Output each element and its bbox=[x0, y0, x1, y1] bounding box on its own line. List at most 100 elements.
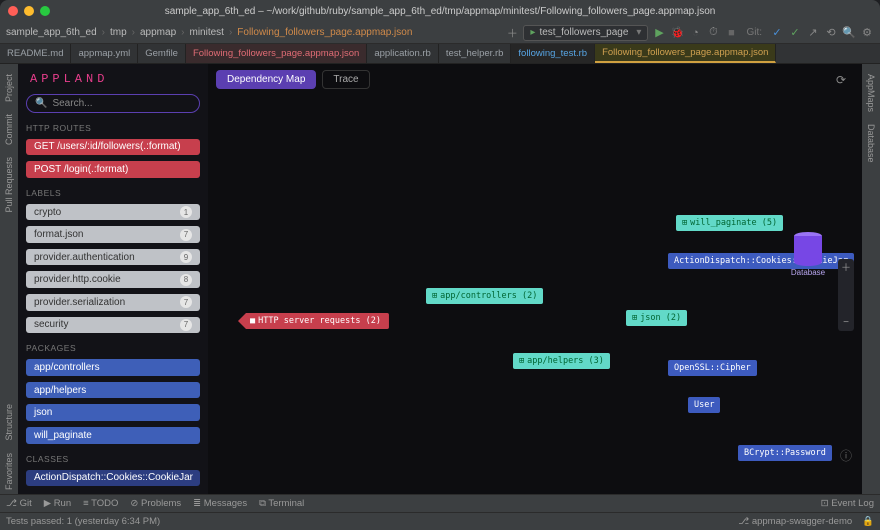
node-http-requests[interactable]: ■ HTTP server requests (2) bbox=[238, 313, 389, 329]
gutter-project[interactable]: Project bbox=[4, 74, 14, 102]
gutter-structure[interactable]: Structure bbox=[4, 404, 14, 441]
appland-logo: APPLAND bbox=[26, 72, 200, 86]
tab-dependency-map[interactable]: Dependency Map bbox=[216, 70, 316, 89]
gutter-favorites[interactable]: Favorites bbox=[4, 453, 14, 490]
tool-messages[interactable]: ≣ Messages bbox=[193, 498, 247, 509]
editor-body: Project Commit Pull Requests Structure F… bbox=[0, 64, 880, 494]
settings-icon[interactable]: ⚙ bbox=[860, 26, 874, 40]
add-config-icon[interactable]: ＋ bbox=[505, 26, 519, 40]
file-tab[interactable]: appmap.yml bbox=[71, 44, 138, 63]
left-tool-gutter: Project Commit Pull Requests Structure F… bbox=[0, 64, 18, 494]
nav-toolbar: sample_app_6th_ed › tmp › appmap › minit… bbox=[0, 22, 880, 44]
git-branch[interactable]: ⎇ appmap-swagger-demo bbox=[738, 516, 852, 527]
route-item[interactable]: GET /users/:id/followers(.:format) bbox=[26, 139, 200, 156]
crumb-4[interactable]: Following_followers_page.appmap.json bbox=[237, 27, 412, 38]
stop-icon[interactable]: ■ bbox=[724, 26, 738, 40]
dependency-canvas[interactable]: ■ HTTP server requests (2) ⊞ app/control… bbox=[208, 95, 862, 494]
label-item[interactable]: security7 bbox=[26, 317, 200, 334]
file-tab-selected[interactable]: Following_followers_page.appmap.json bbox=[595, 44, 776, 63]
section-classes: CLASSES bbox=[26, 454, 200, 464]
coverage-icon[interactable]: ◔ bbox=[688, 26, 702, 40]
maximize-icon[interactable] bbox=[40, 6, 50, 16]
node-database[interactable]: Database bbox=[794, 232, 822, 266]
minimize-icon[interactable] bbox=[24, 6, 34, 16]
tool-problems[interactable]: ⊘ Problems bbox=[130, 498, 181, 509]
section-http-routes: HTTP ROUTES bbox=[26, 123, 200, 133]
debug-icon[interactable]: 🐞 bbox=[670, 26, 684, 40]
canvas-tabs: Dependency Map Trace ⟳ bbox=[208, 64, 862, 95]
editor-tabs: README.md appmap.yml Gemfile Following_f… bbox=[0, 44, 880, 64]
file-tab[interactable]: application.rb bbox=[367, 44, 439, 63]
crumb-2[interactable]: appmap bbox=[140, 27, 176, 38]
bottom-tool-strip: ⎇ Git ▶ Run ≡ TODO ⊘ Problems ≣ Messages… bbox=[0, 494, 880, 512]
git-history-icon[interactable]: ⟲ bbox=[824, 26, 838, 40]
run-icon[interactable]: ▶ bbox=[652, 26, 666, 40]
reload-icon[interactable]: ⟳ bbox=[836, 73, 854, 87]
label-item[interactable]: crypto1 bbox=[26, 204, 200, 221]
search-input[interactable]: 🔍 Search... bbox=[26, 94, 200, 113]
section-labels: LABELS bbox=[26, 188, 200, 198]
tab-trace[interactable]: Trace bbox=[322, 70, 369, 89]
right-tool-gutter: AppMaps Database bbox=[862, 64, 880, 494]
tool-terminal[interactable]: ⧉ Terminal bbox=[259, 498, 304, 509]
tool-todo[interactable]: ≡ TODO bbox=[83, 498, 118, 509]
crumb-1[interactable]: tmp bbox=[110, 27, 127, 38]
package-item[interactable]: will_paginate bbox=[26, 427, 200, 444]
section-packages: PACKAGES bbox=[26, 343, 200, 353]
gutter-commit[interactable]: Commit bbox=[4, 114, 14, 145]
file-tab[interactable]: README.md bbox=[0, 44, 71, 63]
edges bbox=[208, 95, 508, 245]
label-item[interactable]: provider.serialization7 bbox=[26, 294, 200, 311]
route-item[interactable]: POST /login(.:format) bbox=[26, 161, 200, 178]
file-tab[interactable]: Gemfile bbox=[138, 44, 186, 63]
tool-run[interactable]: ▶ Run bbox=[44, 498, 71, 509]
close-icon[interactable] bbox=[8, 6, 18, 16]
file-tab[interactable]: test_helper.rb bbox=[439, 44, 512, 63]
crumb-0[interactable]: sample_app_6th_ed bbox=[6, 27, 97, 38]
label-item[interactable]: provider.authentication9 bbox=[26, 249, 200, 266]
zoom-controls: ＋ − bbox=[838, 259, 854, 331]
zoom-out-icon[interactable]: − bbox=[838, 315, 854, 331]
crumb-3[interactable]: minitest bbox=[189, 27, 223, 38]
node-user[interactable]: User bbox=[688, 397, 720, 413]
gutter-appmaps[interactable]: AppMaps bbox=[866, 74, 876, 112]
search-placeholder: Search... bbox=[52, 98, 92, 109]
git-update-icon[interactable]: ✓ bbox=[770, 26, 784, 40]
node-json[interactable]: ⊞ json (2) bbox=[626, 310, 687, 326]
git-push-icon[interactable]: ↗ bbox=[806, 26, 820, 40]
file-tab[interactable]: Following_followers_page.appmap.json bbox=[186, 44, 367, 63]
package-item[interactable]: app/controllers bbox=[26, 359, 200, 376]
node-helpers[interactable]: ⊞ app/helpers (3) bbox=[513, 353, 610, 369]
gutter-pull-requests[interactable]: Pull Requests bbox=[4, 157, 14, 213]
titlebar: sample_app_6th_ed – ~/work/github/ruby/s… bbox=[0, 0, 880, 22]
zoom-slider[interactable] bbox=[838, 275, 854, 315]
tool-git[interactable]: ⎇ Git bbox=[6, 498, 32, 509]
status-bar: Tests passed: 1 (yesterday 6:34 PM) ⎇ ap… bbox=[0, 512, 880, 530]
appmap-sidebar: APPLAND 🔍 Search... HTTP ROUTES GET /use… bbox=[18, 64, 208, 494]
event-log[interactable]: ⊡ Event Log bbox=[821, 498, 874, 509]
canvas-area: Dependency Map Trace ⟳ bbox=[208, 64, 862, 494]
label-item[interactable]: provider.http.cookie8 bbox=[26, 271, 200, 288]
gutter-database[interactable]: Database bbox=[866, 124, 876, 163]
zoom-in-icon[interactable]: ＋ bbox=[838, 259, 854, 275]
profile-icon[interactable]: ⏱ bbox=[706, 26, 720, 40]
node-controllers[interactable]: ⊞ app/controllers (2) bbox=[426, 288, 543, 304]
node-bcrypt[interactable]: BCrypt::Password bbox=[738, 445, 832, 461]
window-title: sample_app_6th_ed – ~/work/github/ruby/s… bbox=[165, 6, 716, 17]
status-tests: Tests passed: 1 (yesterday 6:34 PM) bbox=[6, 516, 160, 527]
file-tab[interactable]: following_test.rb bbox=[511, 44, 595, 63]
search-everywhere-icon[interactable]: 🔍 bbox=[842, 26, 856, 40]
node-cipher[interactable]: OpenSSL::Cipher bbox=[668, 360, 757, 376]
package-item[interactable]: json bbox=[26, 404, 200, 421]
run-config-dropdown[interactable]: ▸ test_followers_page ▾ bbox=[523, 25, 648, 41]
node-will-paginate[interactable]: ⊞ will_paginate (5) bbox=[676, 215, 783, 231]
git-commit-icon[interactable]: ✓ bbox=[788, 26, 802, 40]
package-item[interactable]: app/helpers bbox=[26, 382, 200, 399]
lock-icon[interactable]: 🔒 bbox=[862, 516, 874, 527]
window-controls bbox=[8, 6, 50, 16]
node-cookiejar[interactable]: ActionDispatch::Cookies::CookieJar bbox=[668, 253, 854, 269]
label-item[interactable]: format.json7 bbox=[26, 226, 200, 243]
info-icon[interactable]: ⓘ bbox=[840, 447, 852, 464]
run-config-label: test_followers_page bbox=[539, 27, 628, 38]
class-item[interactable]: ActionDispatch::Cookies::CookieJar bbox=[26, 470, 200, 487]
